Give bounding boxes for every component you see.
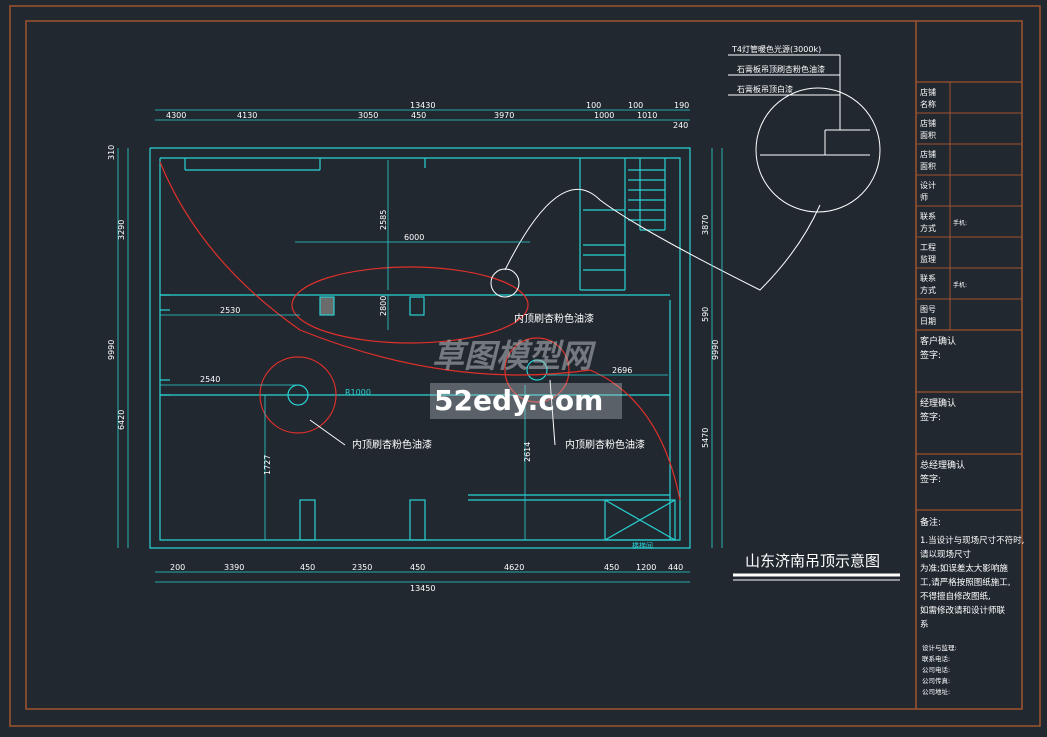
detail-callout-line-2: 石膏板吊顶刷杏粉色油漆 [737,64,825,74]
remark-line: 请以现场尺寸 [920,549,972,560]
dim-inner: 6000 [404,233,424,242]
dim-bottom-seg: 1200 [636,563,656,572]
title-block-label: 店铺 [920,118,936,128]
dim-top-upper: 100 [586,101,601,110]
remark-line: 如需修改请和设计师联 [920,605,1006,616]
title-block-label: 图号 [920,305,936,314]
title-block-label: 联系 [920,211,936,221]
title-block-label-line2: 监理 [920,254,936,264]
title-block-label: 设计 [920,180,936,190]
dim-bottom-seg: 200 [170,563,185,572]
title-block-label: 店铺 [920,87,936,97]
title-block-label-line2: 面积 [920,161,936,171]
dim-bottom-seg: 450 [300,563,315,572]
client-confirm-label: 客户确认 [920,335,956,347]
dim-left-total: 9990 [107,340,116,360]
remark-line: 1.当设计与现场尺寸不符时, [920,535,1024,546]
dim-left-seg: 310 [107,145,116,160]
dim-inner: 2530 [220,306,240,315]
dim-bottom-seg: 440 [668,563,683,572]
remark-line: 工,请严格按照图纸施工, [920,577,1010,588]
remark-line: 不得擅自修改图纸, [920,591,991,602]
dim-top-seg: 240 [673,121,688,130]
dim-top-seg: 450 [411,111,426,120]
dim-top-total: 13430 [410,101,435,110]
manager-sign-label: 签字: [920,411,941,423]
detail-callout-line-1: T4灯管暖色光源(3000k) [731,44,821,54]
radius-label: R1000 [345,388,371,397]
title-block-label-line2: 日期 [920,317,936,326]
dim-top-seg: 3970 [494,111,514,120]
dim-right-seg: 590 [701,307,710,322]
dim-bottom-total: 13450 [410,584,435,593]
dim-inner: 2614 [523,442,532,462]
ceiling-note-2: 内顶刷杏粉色油漆 [352,438,432,451]
ceiling-note-3: 内顶刷杏粉色油漆 [565,438,645,451]
dim-bottom-seg: 450 [410,563,425,572]
title-block-label-line2: 方式 [920,285,936,295]
watermark-line-2: 52edy.com [434,384,603,417]
client-sign-label: 签字: [920,349,941,361]
title-block: 店铺名称店铺面积店铺面积设计师联系方式手机:工程监理联系方式手机:图号日期 客户… [915,21,1024,709]
remarks-title: 备注: [920,516,941,528]
dim-bottom-seg: 2350 [352,563,372,572]
title-block-label-line2: 方式 [920,223,936,233]
title-block-value: 手机: [953,281,967,289]
dim-inner: 2800 [379,296,388,316]
contact-line: 设计与监理: [922,643,957,652]
manager-confirm-label: 经理确认 [920,397,956,409]
gm-confirm-label: 总经理确认 [920,459,965,471]
remark-line: 系 [920,619,929,630]
dim-right-seg: 5470 [701,428,710,448]
dim-inner: 2696 [612,366,632,375]
cad-drawing-viewport: 店铺 名称 店铺 面积 店铺 面积 设计师联系 方式 手机: 工程 监理 联系 方式 手机: 图号 日期 客户… [0,0,1047,733]
dimension-lines [117,109,723,583]
drawing-title: 山东济南吊顶示意图 [745,552,880,570]
title-block-label-line2: 师 [920,192,928,202]
dim-top-seg: 1010 [637,111,657,120]
ceiling-note-1: 内顶刷杏粉色油漆 [514,312,594,325]
title-block-value: 手机: [953,219,967,227]
dim-top-seg: 3050 [358,111,378,120]
dim-right-total: 9990 [711,340,720,360]
title-block-label-line2: 面积 [920,130,936,140]
title-block-label: 联系 [920,273,936,283]
dim-inner: 2540 [200,375,220,384]
contact-line: 联系电话: [922,654,950,663]
cad-drawing-canvas: 店铺名称店铺面积店铺面积设计师联系方式手机:工程监理联系方式手机:图号日期 客户… [9,5,1041,727]
dim-top-first: 4300 [166,111,186,120]
dim-right-seg: 3870 [701,215,710,235]
detail-callout-line-3: 石膏板吊顶白漆 [737,84,793,94]
dim-top-seg: 4130 [237,111,257,120]
dim-top-seg: 1000 [594,111,614,120]
title-block-label-line2: 名称 [920,99,936,109]
dimension-texts: 13430 4300 4130 3050 450 3970 1000 1010 … [107,101,720,593]
contact-line: 公司电话: [922,665,950,674]
dim-inner: 2585 [379,210,388,230]
dim-bottom-seg: 4620 [504,563,524,572]
dim-bottom-seg: 450 [604,563,619,572]
dim-inner: 1727 [263,455,272,475]
contact-line: 公司地址: [922,687,950,696]
stair-label: 楼梯间 [632,541,653,550]
dim-top-upper: 100 [628,101,643,110]
gm-sign-label: 签字: [920,473,941,485]
dim-top-upper: 190 [674,101,689,110]
title-block-label: 工程 [920,243,936,252]
dim-left-seg: 3290 [117,220,126,240]
contact-line: 公司传真: [922,676,950,685]
dim-bottom-seg: 3390 [224,563,244,572]
title-block-label: 店铺 [920,149,936,159]
dim-left-seg: 6420 [117,410,126,430]
floor-plan [149,147,691,549]
remark-line: 为准;如误差太大影响施 [920,563,1008,574]
watermark-line-1: 草图模型网 [432,337,597,375]
